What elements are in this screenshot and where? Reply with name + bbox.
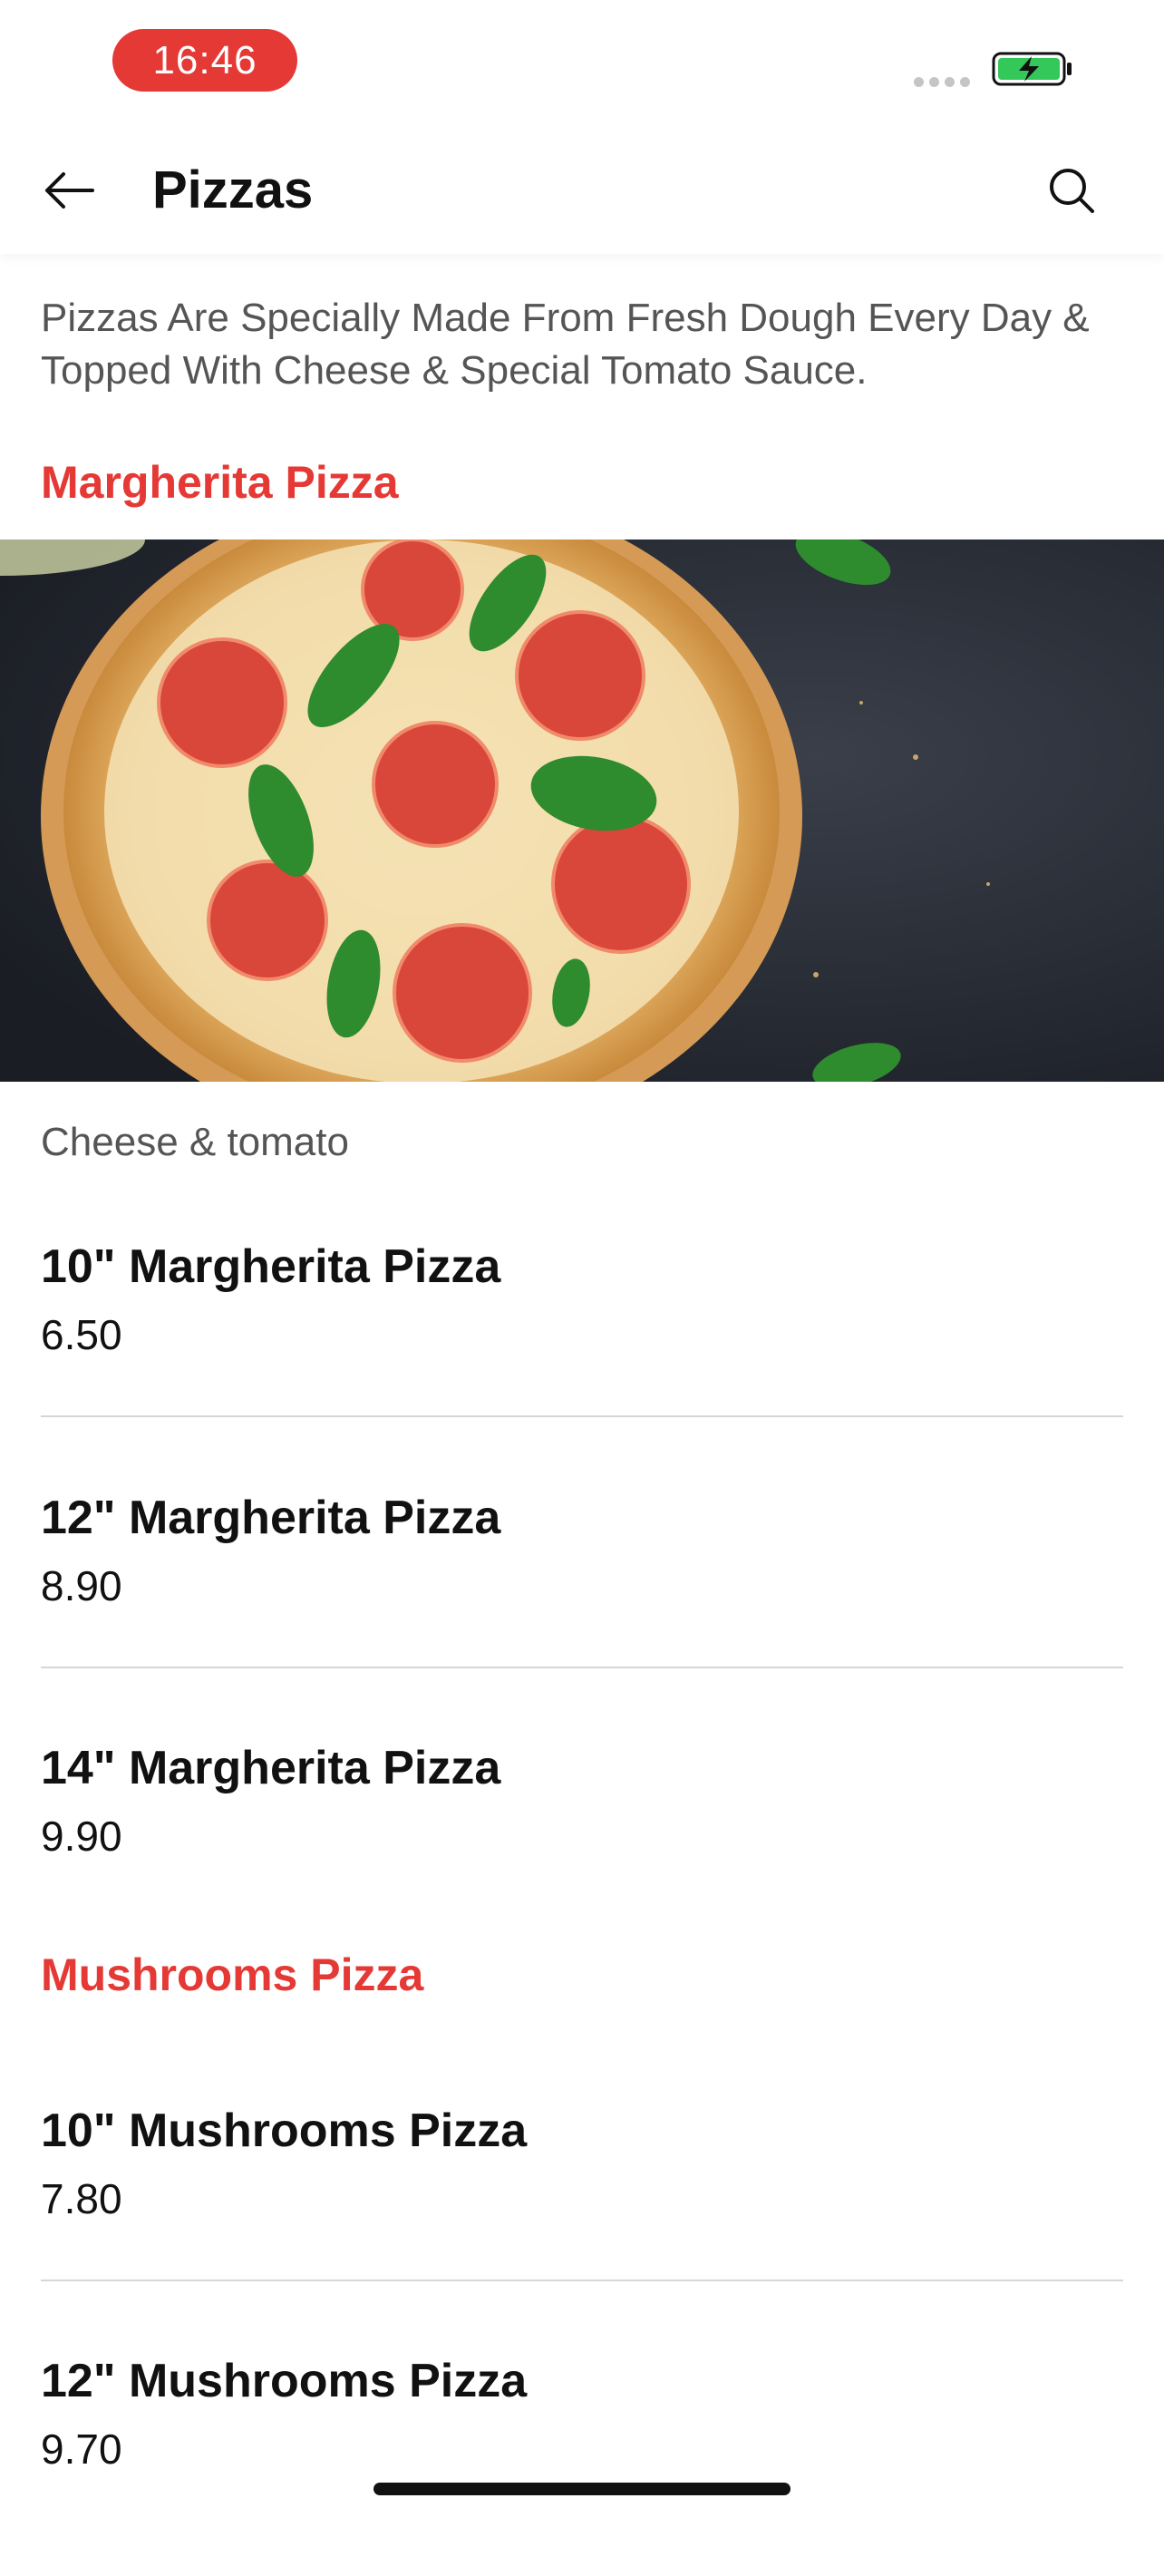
section-subtitle: Cheese & tomato: [41, 1120, 349, 1164]
divider: [41, 1415, 1123, 1417]
app-bar: Pizzas: [0, 127, 1164, 254]
menu-item[interactable]: 12" Mushrooms Pizza 9.70: [41, 2349, 1123, 2576]
signal-icon: [914, 77, 970, 87]
back-button[interactable]: [33, 154, 105, 227]
item-name: 12" Mushrooms Pizza: [41, 2355, 528, 2407]
item-price: 9.70: [41, 2425, 122, 2473]
search-button[interactable]: [1035, 154, 1108, 227]
status-time: 16:46: [112, 29, 297, 92]
item-name: 12" Margherita Pizza: [41, 1492, 501, 1544]
margherita-pizza-image: [0, 540, 1164, 1082]
status-bar: 16:46: [0, 0, 1164, 118]
item-name: 14" Margherita Pizza: [41, 1742, 501, 1794]
item-name: 10" Mushrooms Pizza: [41, 2105, 528, 2157]
menu-item[interactable]: 10" Margherita Pizza 6.50: [41, 1235, 1123, 1462]
menu-item[interactable]: 10" Mushrooms Pizza 7.80: [41, 2099, 1123, 2326]
divider: [41, 1667, 1123, 1668]
category-description: Pizzas Are Specially Made From Fresh Dou…: [41, 296, 1090, 393]
item-price: 6.50: [41, 1311, 122, 1358]
item-price: 8.90: [41, 1562, 122, 1609]
item-name: 10" Margherita Pizza: [41, 1240, 501, 1293]
battery-charging-icon: [992, 52, 1072, 86]
divider: [41, 2280, 1123, 2281]
item-price: 9.90: [41, 1813, 122, 1860]
menu-item[interactable]: 12" Margherita Pizza 8.90: [41, 1486, 1123, 1713]
home-indicator: [373, 2483, 791, 2495]
page-title: Pizzas: [152, 160, 314, 219]
arrow-left-icon: [45, 172, 94, 209]
item-price: 7.80: [41, 2175, 122, 2222]
menu-item[interactable]: 14" Margherita Pizza 9.90: [41, 1736, 1123, 1963]
section-title-mushrooms: Mushrooms Pizza: [41, 1949, 424, 2000]
search-icon: [1050, 169, 1094, 213]
section-title-margherita: Margherita Pizza: [41, 457, 399, 508]
